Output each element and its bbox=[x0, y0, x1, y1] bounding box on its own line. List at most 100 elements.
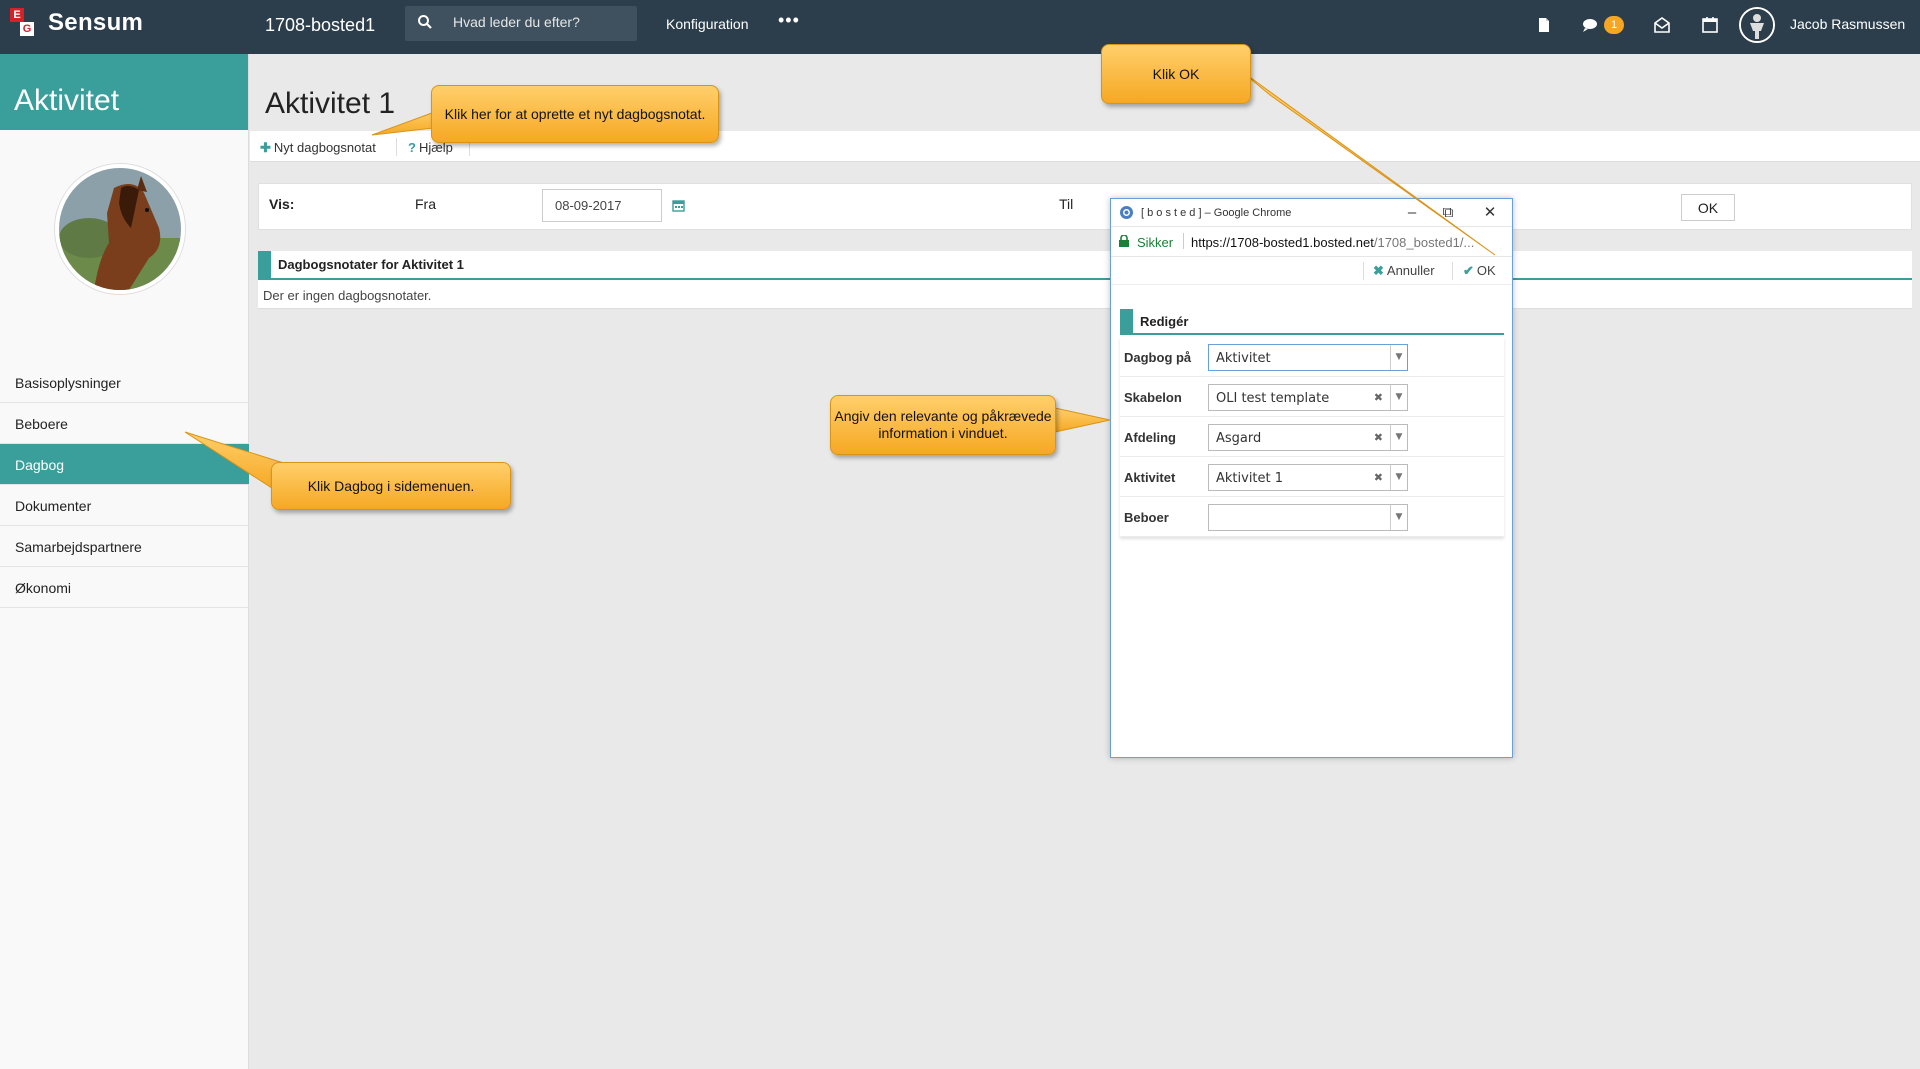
minimize-icon[interactable]: – bbox=[1398, 202, 1426, 224]
beboer-select[interactable]: ▼ bbox=[1208, 504, 1408, 531]
profile-photo bbox=[55, 164, 185, 294]
edit-title: Redigér bbox=[1140, 314, 1189, 329]
edit-header: Redigér bbox=[1120, 309, 1504, 335]
toolbar-divider bbox=[396, 138, 397, 156]
calendar-icon[interactable] bbox=[1700, 15, 1720, 35]
mail-icon[interactable] bbox=[1652, 15, 1672, 35]
page-title: Aktivitet 1 bbox=[265, 87, 396, 120]
eg-logo-icon: E G bbox=[10, 8, 40, 38]
chevron-down-icon[interactable]: ▼ bbox=[1390, 385, 1407, 410]
restore-icon[interactable]: ⧉ bbox=[1434, 202, 1462, 224]
field-label: Dagbog på bbox=[1124, 350, 1192, 365]
field-label: Beboer bbox=[1124, 510, 1169, 525]
popup-ok-label: OK bbox=[1476, 263, 1496, 278]
form-row-skabelon: Skabelon OLI test template ✖ ▼ bbox=[1120, 377, 1504, 417]
form-row-beboer: Beboer ▼ bbox=[1120, 497, 1504, 537]
chevron-down-icon[interactable]: ▼ bbox=[1390, 345, 1407, 370]
select-value: Aktivitet bbox=[1216, 351, 1271, 366]
x-icon: ✖ bbox=[1373, 263, 1384, 278]
sidebar-item-basisoplysninger[interactable]: Basisoplysninger bbox=[0, 362, 249, 403]
logo[interactable]: E G Sensum bbox=[10, 8, 143, 38]
chat-icon[interactable] bbox=[1580, 15, 1600, 35]
field-label: Skabelon bbox=[1124, 390, 1182, 405]
section-accent bbox=[258, 251, 271, 278]
callout-new-note: Klik her for at oprette et nyt dagbogsno… bbox=[431, 85, 719, 143]
nav-config[interactable]: Konfiguration bbox=[666, 16, 749, 32]
popup-titlebar[interactable]: [ b o s t e d ] – Google Chrome – ⧉ ✕ bbox=[1111, 199, 1512, 227]
search-input[interactable] bbox=[453, 14, 628, 30]
from-date-input[interactable]: 08-09-2017 bbox=[542, 189, 662, 222]
sidebar: Aktivitet Basisoplysninger Beboere Dagbo… bbox=[0, 54, 249, 1069]
url-path: /1708_bosted1/... bbox=[1373, 235, 1475, 250]
dagbog-select[interactable]: Aktivitet ▼ bbox=[1208, 344, 1408, 371]
form-row-dagbog: Dagbog på Aktivitet ▼ bbox=[1120, 337, 1504, 377]
edit-accent bbox=[1120, 309, 1133, 333]
select-value: OLI test template bbox=[1216, 391, 1330, 406]
select-value: Aktivitet 1 bbox=[1216, 471, 1284, 486]
afdeling-select[interactable]: Asgard ✖ ▼ bbox=[1208, 424, 1408, 451]
document-icon[interactable] bbox=[1534, 15, 1554, 35]
more-menu-icon[interactable]: ••• bbox=[778, 10, 800, 31]
action-divider bbox=[1452, 262, 1453, 280]
new-note-button[interactable]: ✚ Nyt dagbogsnotat bbox=[260, 140, 376, 156]
edit-form: Dagbog på Aktivitet ▼ Skabelon OLI test … bbox=[1120, 337, 1504, 537]
popup-actions: ✖ Annuller ✔ OK bbox=[1111, 257, 1512, 285]
sidebar-item-dagbog[interactable]: Dagbog bbox=[0, 444, 249, 485]
callout-dagbog: Klik Dagbog i sidemenuen. bbox=[271, 462, 511, 510]
chevron-down-icon[interactable]: ▼ bbox=[1390, 425, 1407, 450]
field-label: Aktivitet bbox=[1124, 470, 1176, 485]
user-avatar-icon[interactable] bbox=[1739, 7, 1775, 43]
aktivitet-select[interactable]: Aktivitet 1 ✖ ▼ bbox=[1208, 464, 1408, 491]
clear-icon[interactable]: ✖ bbox=[1374, 391, 1383, 404]
filter-ok-button[interactable]: OK bbox=[1681, 194, 1735, 221]
show-label: Vis: bbox=[269, 196, 295, 212]
check-icon: ✔ bbox=[1463, 263, 1474, 278]
url-host: https://1708-bosted1.bosted.net bbox=[1191, 235, 1374, 250]
close-icon[interactable]: ✕ bbox=[1476, 202, 1504, 224]
help-icon: ? bbox=[408, 140, 416, 155]
new-note-label: Nyt dagbogsnotat bbox=[273, 140, 376, 155]
lock-icon bbox=[1119, 235, 1129, 247]
search-icon bbox=[418, 15, 432, 29]
sidebar-item-dokumenter[interactable]: Dokumenter bbox=[0, 485, 249, 526]
user-name[interactable]: Jacob Rasmussen bbox=[1790, 16, 1905, 32]
to-label: Til bbox=[1059, 196, 1074, 212]
popup-ok-button[interactable]: ✔ OK bbox=[1463, 263, 1496, 279]
calendar-icon[interactable] bbox=[672, 199, 685, 212]
search-box[interactable] bbox=[405, 6, 637, 41]
popup-title: [ b o s t e d ] – Google Chrome bbox=[1141, 207, 1292, 219]
address-divider bbox=[1183, 233, 1184, 249]
sidebar-item-beboere[interactable]: Beboere bbox=[0, 403, 249, 444]
empty-message: Der er ingen dagbogsnotater. bbox=[258, 280, 1912, 309]
skabelon-select[interactable]: OLI test template ✖ ▼ bbox=[1208, 384, 1408, 411]
side-menu: Basisoplysninger Beboere Dagbog Dokument… bbox=[0, 362, 249, 608]
logo-text: Sensum bbox=[48, 9, 144, 36]
org-name[interactable]: 1708-bosted1 bbox=[265, 15, 375, 36]
sidebar-item-okonomi[interactable]: Økonomi bbox=[0, 567, 249, 608]
filter-bar: Vis: Fra 08-09-2017 Til OK bbox=[258, 183, 1912, 230]
clear-icon[interactable]: ✖ bbox=[1374, 431, 1383, 444]
chevron-down-icon[interactable]: ▼ bbox=[1390, 505, 1407, 530]
select-value: Asgard bbox=[1216, 431, 1262, 446]
section-title: Dagbogsnotater for Aktivitet 1 bbox=[278, 257, 464, 272]
action-divider bbox=[1363, 262, 1364, 280]
clear-icon[interactable]: ✖ bbox=[1374, 471, 1383, 484]
sidebar-item-samarbejdspartnere[interactable]: Samarbejdspartnere bbox=[0, 526, 249, 567]
cancel-button[interactable]: ✖ Annuller bbox=[1373, 263, 1435, 279]
notification-badge[interactable]: 1 bbox=[1604, 16, 1624, 34]
from-label: Fra bbox=[415, 196, 436, 212]
plus-icon: ✚ bbox=[260, 140, 271, 155]
sidebar-title: Aktivitet bbox=[0, 54, 248, 130]
bosted-icon bbox=[1120, 206, 1133, 219]
section-header: Dagbogsnotater for Aktivitet 1 bbox=[258, 251, 1912, 280]
callout-fill-info: Angiv den relevante og påkrævede informa… bbox=[830, 395, 1056, 455]
address-bar[interactable]: Sikker https://1708-bosted1.bosted.net/1… bbox=[1111, 227, 1512, 257]
popup-window: [ b o s t e d ] – Google Chrome – ⧉ ✕ Si… bbox=[1110, 198, 1513, 758]
form-row-afdeling: Afdeling Asgard ✖ ▼ bbox=[1120, 417, 1504, 457]
field-label: Afdeling bbox=[1124, 430, 1176, 445]
cancel-label: Annuller bbox=[1386, 263, 1435, 278]
secure-label: Sikker bbox=[1137, 235, 1174, 250]
chevron-down-icon[interactable]: ▼ bbox=[1390, 465, 1407, 490]
callout-ok: Klik OK bbox=[1101, 44, 1251, 104]
top-bar: E G Sensum 1708-bosted1 Konfiguration ••… bbox=[0, 0, 1920, 54]
